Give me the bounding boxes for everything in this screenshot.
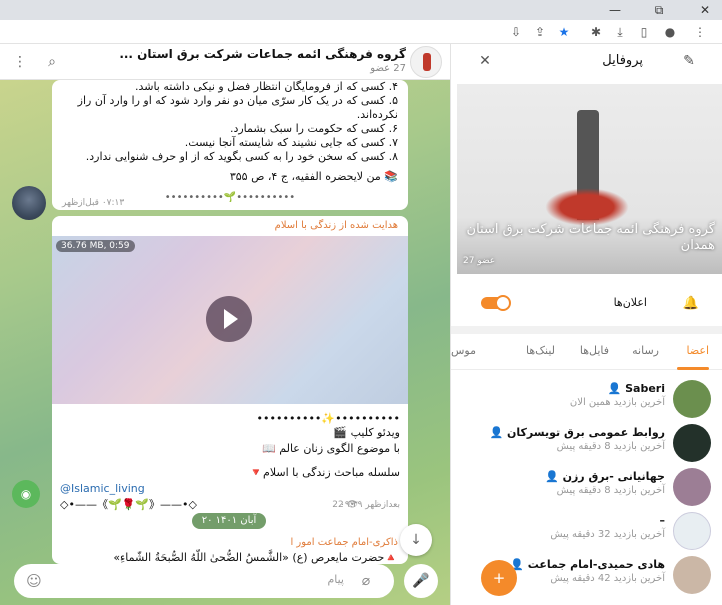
- profile-tabs: اعضا رسانه فایل‌ها لینک‌ها موس: [451, 334, 722, 370]
- install-app-icon[interactable]: ⇩: [506, 22, 526, 42]
- extensions-icon[interactable]: ✱: [586, 22, 606, 42]
- message-ornament: ◇•——《🌱🌹🌱》——•◇: [60, 498, 197, 511]
- tab-media[interactable]: رسانه: [632, 344, 659, 357]
- minimize-button[interactable]: —: [600, 0, 630, 20]
- message-time: ۰۹:۳۹ بعدازظهر: [340, 500, 400, 510]
- message-bubble[interactable]: ۴. کسی که از فرومایگان انتظار فضل و نیکی…: [52, 80, 408, 210]
- notifications-row[interactable]: اعلان‌ها 🔔: [451, 284, 722, 324]
- more-menu-icon[interactable]: ⋮: [690, 22, 710, 42]
- sender-avatar[interactable]: [12, 186, 46, 220]
- group-cover-image[interactable]: گروه فرهنگی ائمه جماعات شرکت برق استان ه…: [457, 84, 722, 274]
- add-member-button[interactable]: +: [481, 560, 517, 596]
- group-name: گروه فرهنگی ائمه جماعات شرکت برق استان ه…: [466, 222, 715, 253]
- avatar: [673, 556, 711, 594]
- bookmark-star-icon[interactable]: ★: [554, 22, 574, 42]
- message-text: ۸. کسی که سخن خود را به کسی بگوید که از …: [85, 150, 398, 163]
- member-last-seen: آخرین بازدید 8 دقیقه پیش: [556, 485, 665, 496]
- message-divider: ••••••••••✨••••••••••: [256, 412, 400, 425]
- message-input[interactable]: پیام: [327, 573, 344, 586]
- member-row[interactable]: – آخرین بازدید 32 دقیقه پیش: [451, 508, 722, 552]
- calligraphy-logo: [545, 188, 629, 226]
- member-name: هادی حمیدی-امام جماعت 👤: [510, 558, 665, 571]
- bell-icon: 🔔: [682, 296, 700, 311]
- channel-link[interactable]: @Islamic_living: [60, 482, 145, 495]
- message-text: ویدئو کلیپ 🎬: [333, 426, 400, 439]
- profile-title: پروفایل: [602, 53, 643, 68]
- avatar: [673, 468, 711, 506]
- message-bubble[interactable]: هدایت شده از زندگی با اسلام 36.76 MB, 0:…: [52, 216, 408, 562]
- member-name: روابط عمومی برق تویسرکان 👤: [489, 426, 665, 439]
- play-icon[interactable]: [206, 296, 252, 342]
- member-name: –: [659, 514, 666, 527]
- tab-members[interactable]: اعضا: [686, 344, 709, 357]
- close-icon[interactable]: ✕: [475, 51, 495, 71]
- close-window-button[interactable]: ✕: [690, 0, 720, 20]
- browser-titlebar: — ⧉ ✕: [0, 0, 722, 20]
- message-text: با موضوع الگوی زنان عالم 📖: [262, 442, 400, 455]
- edit-pencil-icon[interactable]: ✎: [679, 51, 699, 71]
- member-row[interactable]: جهانیانی -برق رزن 👤 آخرین بازدید 8 دقیقه…: [451, 464, 722, 508]
- chat-title[interactable]: گروه فرهنگی ائمه جماعات شرکت برق استان .…: [86, 47, 406, 61]
- profile-header: ✕ پروفایل ✎: [451, 44, 722, 78]
- video-info-badge: 36.76 MB, 0:59: [56, 240, 135, 252]
- group-members-count: 27 عضو: [463, 256, 496, 266]
- message-bubble[interactable]: ذاکری-امام جماعت امور ا 🔺حضرت مایعرص (ع)…: [52, 534, 408, 564]
- tab-links[interactable]: لینک‌ها: [526, 344, 555, 357]
- message-text: ۴. کسی که از فرومایگان انتظار فضل و نیکی…: [134, 80, 398, 93]
- side-panel-icon[interactable]: ▯: [634, 22, 654, 42]
- chat-messages-area[interactable]: ۴. کسی که از فرومایگان انتظار فضل و نیکی…: [0, 80, 450, 605]
- member-last-seen: آخرین بازدید 8 دقیقه پیش: [556, 441, 665, 452]
- avatar: [673, 424, 711, 462]
- chat-avatar[interactable]: [410, 46, 442, 78]
- message-source: 📚 من لایحضره الفقیه، ج ۴، ص ۳۵۵: [229, 170, 398, 183]
- browser-toolbar: ⇩ ⇪ ★ ✱ ⤓ ▯ ● ⋮: [0, 20, 722, 44]
- message-text: ۶. کسی که حکومت را سبک بشمارد.: [229, 122, 398, 135]
- active-tab-indicator: [677, 367, 709, 370]
- notifications-label: اعلان‌ها: [613, 296, 647, 309]
- date-separator: ۲۰ آبان ۱۴۰۱: [192, 513, 266, 529]
- message-text: 🔺حضرت مایعرص (ع) «الشَّمسُ الضُّحیٰ اللّ…: [113, 551, 398, 564]
- member-last-seen: آخرین بازدید 42 دقیقه پیش: [550, 573, 665, 584]
- attach-icon[interactable]: ⌀: [356, 571, 376, 591]
- message-text: سلسله مباحث زندگی با اسلام🔻: [249, 466, 400, 479]
- bot-icon[interactable]: ◉: [12, 480, 40, 508]
- tab-music[interactable]: موس: [451, 344, 476, 357]
- emoji-icon[interactable]: ☺: [24, 571, 44, 591]
- message-text: ۷. کسی که جایی نشیند که شایسته آنجا نیست…: [184, 136, 398, 149]
- more-options-icon[interactable]: ⋮: [10, 52, 30, 72]
- tab-files[interactable]: فایل‌ها: [580, 344, 609, 357]
- member-row[interactable]: Saberi 👤 آخرین بازدید همین الان: [451, 376, 722, 420]
- profile-avatar-icon[interactable]: ●: [660, 22, 680, 42]
- download-icon[interactable]: ⤓: [610, 22, 630, 42]
- message-composer[interactable]: ☺ پیام ⌀: [14, 564, 394, 598]
- forwarded-from[interactable]: هدایت شده از زندگی با اسلام: [275, 220, 398, 231]
- search-icon[interactable]: ⌕: [42, 52, 62, 72]
- restore-button[interactable]: ⧉: [644, 0, 674, 20]
- member-last-seen: آخرین بازدید 32 دقیقه پیش: [550, 529, 665, 540]
- avatar: [673, 380, 711, 418]
- message-sender[interactable]: ذاکری-امام جماعت امور ا: [290, 537, 398, 548]
- member-name: Saberi 👤: [607, 382, 665, 395]
- scroll-down-button[interactable]: ↓: [400, 524, 432, 556]
- message-text: ۵. کسی که در یک کار سرّی میان دو نفر وار…: [77, 94, 398, 121]
- chat-header[interactable]: ⋮ ⌕ گروه فرهنگی ائمه جماعات شرکت برق است…: [0, 44, 450, 80]
- avatar: [673, 512, 711, 550]
- chat-members-count: 27 عضو: [370, 63, 406, 74]
- notifications-toggle[interactable]: [481, 295, 511, 311]
- message-time: ۰۷:۱۳ قبل‌ازظهر: [62, 198, 125, 208]
- share-icon[interactable]: ⇪: [530, 22, 550, 42]
- microphone-button[interactable]: 🎤: [404, 564, 438, 598]
- video-thumbnail[interactable]: 36.76 MB, 0:59: [52, 236, 408, 404]
- member-row[interactable]: روابط عمومی برق تویسرکان 👤 آخرین بازدید …: [451, 420, 722, 464]
- member-last-seen: آخرین بازدید همین الان: [569, 397, 665, 408]
- profile-panel: ✕ پروفایل ✎ گروه فرهنگی ائمه جماعات شرکت…: [450, 44, 722, 605]
- section-divider: [451, 326, 722, 334]
- member-name: جهانیانی -برق رزن 👤: [545, 470, 665, 483]
